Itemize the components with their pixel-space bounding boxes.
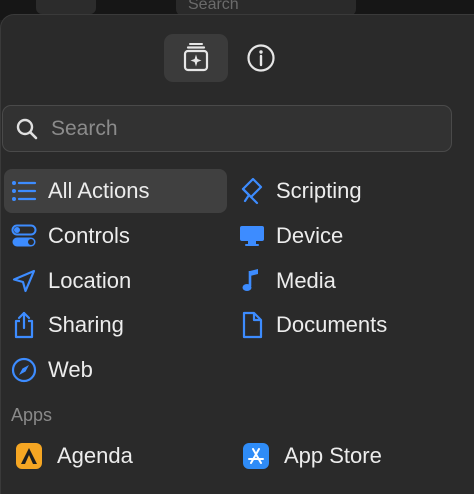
category-label: Device xyxy=(276,223,344,248)
category-label: Controls xyxy=(48,223,130,248)
category-all-actions[interactable]: All Actions xyxy=(4,169,227,213)
actions-search-field[interactable] xyxy=(2,105,452,152)
category-label: Documents xyxy=(276,312,388,337)
search-input[interactable] xyxy=(49,115,413,142)
tab-info[interactable] xyxy=(229,34,293,82)
category-label: Web xyxy=(48,357,93,382)
tab-library[interactable] xyxy=(164,34,228,82)
scripting-icon xyxy=(238,177,266,205)
location-arrow-icon xyxy=(10,267,38,295)
document-icon xyxy=(238,311,266,339)
agenda-app-icon xyxy=(16,443,42,469)
share-icon xyxy=(10,311,38,339)
category-device[interactable]: Device xyxy=(234,214,454,258)
app-label: App Store xyxy=(284,443,382,468)
grid-view-button[interactable] xyxy=(36,0,96,14)
list-view-button[interactable] xyxy=(102,0,162,14)
category-controls[interactable]: Controls xyxy=(4,214,227,258)
music-note-icon xyxy=(238,267,266,295)
category-web[interactable]: Web xyxy=(4,348,227,392)
search-icon xyxy=(16,118,38,139)
category-label: All Actions xyxy=(48,178,150,203)
app-item-app-store[interactable]: App Store xyxy=(243,436,382,476)
app-item-agenda[interactable]: Agenda xyxy=(16,436,133,476)
app-label: Agenda xyxy=(57,443,133,468)
category-sharing[interactable]: Sharing xyxy=(4,303,227,347)
category-label: Sharing xyxy=(48,312,124,337)
category-label: Location xyxy=(48,268,132,293)
category-documents[interactable]: Documents xyxy=(234,303,454,347)
category-location[interactable]: Location xyxy=(4,259,227,303)
compass-icon xyxy=(10,356,38,384)
info-icon xyxy=(247,44,275,72)
list-icon xyxy=(10,177,38,205)
category-label: Scripting xyxy=(276,178,362,203)
app-store-icon xyxy=(243,443,269,469)
category-scripting[interactable]: Scripting xyxy=(234,169,454,213)
display-icon xyxy=(238,222,266,250)
toggles-icon xyxy=(10,222,38,250)
category-label: Media xyxy=(276,268,336,293)
category-media[interactable]: Media xyxy=(234,259,454,303)
apps-section-title: Apps xyxy=(11,405,53,425)
sparkle-stack-icon xyxy=(183,43,209,72)
